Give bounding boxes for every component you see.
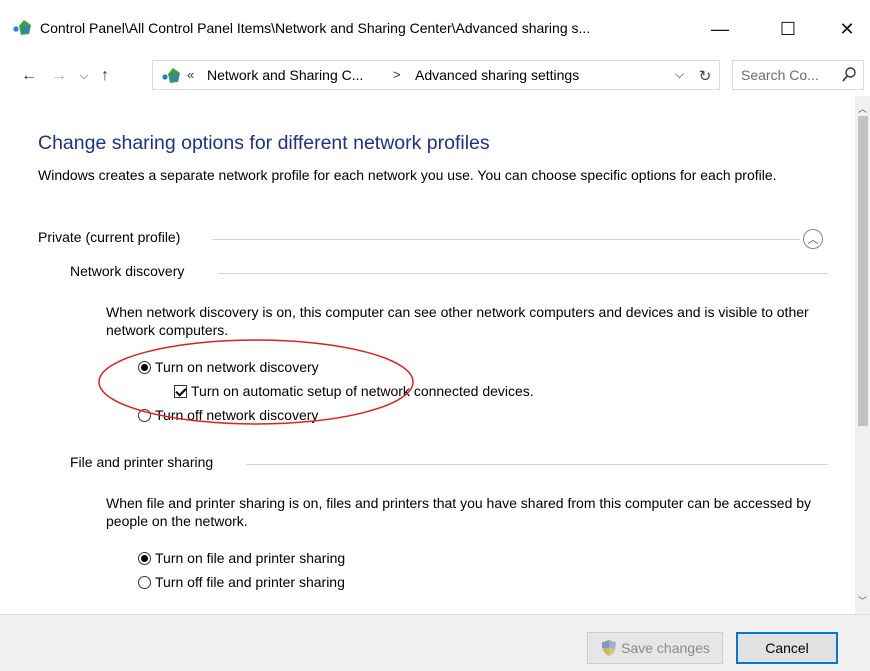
divider bbox=[218, 273, 828, 274]
minimize-button[interactable]: — bbox=[697, 10, 743, 48]
collapse-chevron-icon[interactable]: ︿ bbox=[803, 229, 823, 249]
scroll-up-icon[interactable]: ︿ bbox=[855, 102, 870, 114]
breadcrumb-advanced-sharing[interactable]: Advanced sharing settings bbox=[415, 67, 579, 83]
recent-locations-button[interactable]: ⌵ bbox=[73, 64, 95, 88]
back-button[interactable]: ← bbox=[18, 64, 40, 88]
option-label[interactable]: Turn on automatic setup of network conne… bbox=[191, 383, 534, 399]
intro-text: Windows creates a separate network profi… bbox=[38, 167, 777, 183]
auto-setup-devices-option[interactable]: Turn on automatic setup of network conne… bbox=[174, 383, 534, 399]
option-label[interactable]: Turn on network discovery bbox=[155, 359, 319, 375]
search-icon[interactable] bbox=[841, 66, 857, 84]
file-printer-sharing-description: When file and printer sharing is on, fil… bbox=[106, 495, 812, 529]
profile-private-header[interactable]: Private (current profile) bbox=[38, 229, 180, 245]
address-dropdown-icon[interactable]: ⌵ bbox=[675, 67, 684, 82]
network-discovery-description: When network discovery is on, this compu… bbox=[106, 304, 809, 338]
radio-selected[interactable] bbox=[138, 360, 151, 374]
scroll-down-icon[interactable]: ﹀ bbox=[855, 594, 870, 606]
turn-off-network-discovery-option[interactable]: Turn off network discovery bbox=[138, 407, 318, 423]
uac-shield-icon bbox=[602, 640, 617, 656]
forward-button[interactable]: → bbox=[48, 64, 70, 88]
dialog-footer: Save changes Cancel bbox=[0, 614, 870, 671]
network-discovery-heading: Network discovery bbox=[70, 263, 185, 279]
save-changes-label[interactable]: Save changes bbox=[621, 640, 710, 656]
page-title: Change sharing options for different net… bbox=[38, 132, 490, 154]
file-printer-sharing-heading: File and printer sharing bbox=[70, 454, 214, 470]
breadcrumb-separator-icon[interactable]: > bbox=[393, 67, 401, 82]
option-label[interactable]: Turn off file and printer sharing bbox=[155, 574, 345, 590]
checkbox-checked[interactable] bbox=[174, 384, 187, 398]
radio-selected[interactable] bbox=[138, 551, 151, 565]
option-label[interactable]: Turn off network discovery bbox=[155, 407, 318, 423]
turn-on-network-discovery-option[interactable]: Turn on network discovery bbox=[138, 359, 319, 375]
cancel-button[interactable]: Cancel bbox=[736, 632, 838, 664]
maximize-button[interactable]: ☐ bbox=[765, 10, 811, 48]
refresh-button[interactable]: ↻ bbox=[690, 58, 720, 94]
vertical-scrollbar[interactable]: ︿ ﹀ bbox=[855, 96, 870, 614]
radio-unselected[interactable] bbox=[138, 575, 151, 589]
title-bar: Control Panel\All Control Panel Items\Ne… bbox=[0, 0, 870, 58]
turn-on-file-printer-sharing-option[interactable]: Turn on file and printer sharing bbox=[138, 550, 345, 566]
window-title: Control Panel\All Control Panel Items\Ne… bbox=[40, 20, 591, 36]
turn-off-file-printer-sharing-option[interactable]: Turn off file and printer sharing bbox=[138, 574, 345, 590]
save-changes-button[interactable]: Save changes bbox=[587, 632, 723, 664]
option-label[interactable]: Turn on file and printer sharing bbox=[155, 550, 345, 566]
radio-unselected[interactable] bbox=[138, 408, 151, 422]
hidden-path-chevron-icon[interactable]: « bbox=[187, 67, 194, 82]
divider bbox=[212, 239, 800, 240]
network-globe-icon bbox=[162, 68, 180, 83]
settings-content: Change sharing options for different net… bbox=[0, 96, 855, 614]
search-placeholder: Search Co... bbox=[741, 67, 819, 83]
scroll-thumb[interactable] bbox=[858, 116, 868, 426]
address-bar[interactable]: « Network and Sharing C... > Advanced sh… bbox=[152, 60, 720, 90]
breadcrumb-network-sharing[interactable]: Network and Sharing C... bbox=[207, 67, 363, 83]
search-input[interactable]: Search Co... bbox=[732, 60, 864, 90]
divider bbox=[246, 464, 828, 465]
close-button[interactable]: ✕ bbox=[824, 10, 870, 48]
network-globe-icon bbox=[13, 20, 31, 35]
up-button[interactable]: ↑ bbox=[94, 64, 116, 88]
